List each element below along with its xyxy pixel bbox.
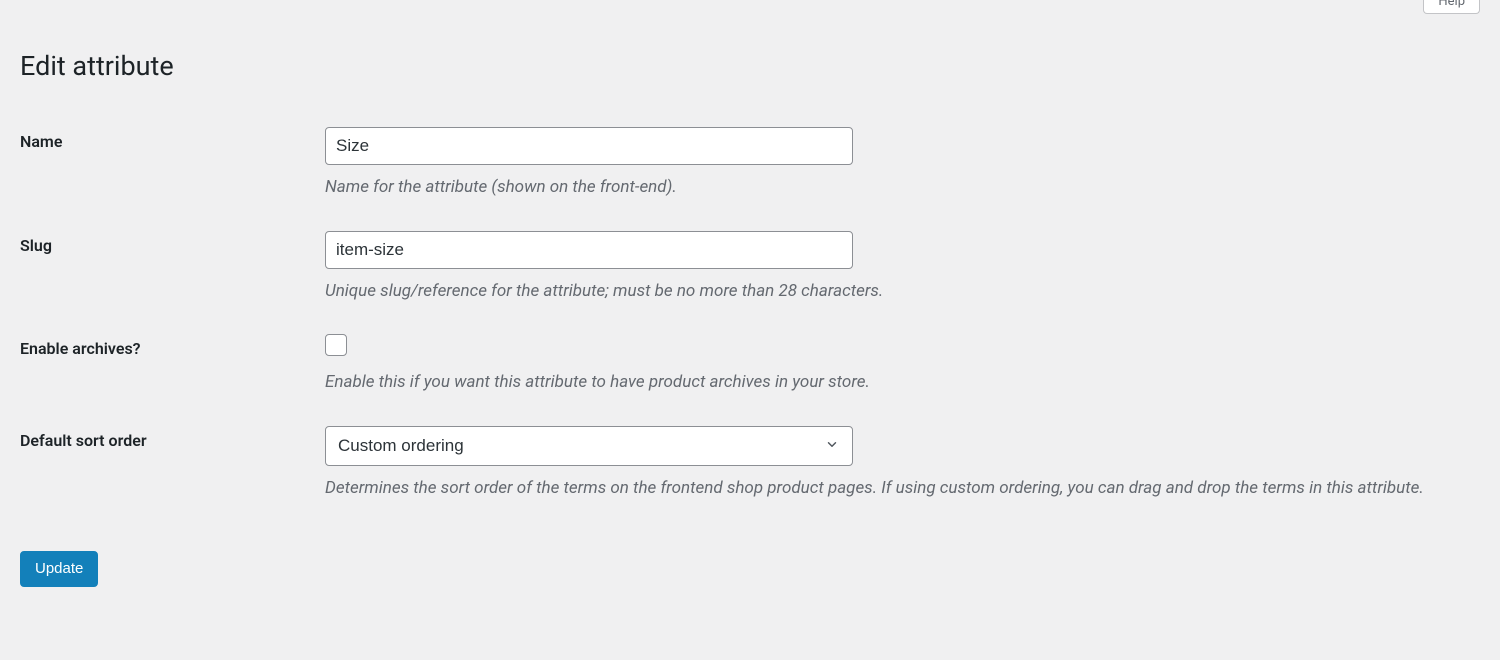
slug-label: Slug [20, 236, 52, 255]
archives-description: Enable this if you want this attribute t… [325, 370, 1445, 396]
update-button[interactable]: Update [20, 551, 98, 587]
sort-order-description: Determines the sort order of the terms o… [325, 476, 1445, 502]
help-tab[interactable]: Help [1423, 0, 1480, 14]
sort-order-select[interactable]: Custom ordering [325, 426, 853, 466]
page-title: Edit attribute [20, 50, 1480, 82]
name-label: Name [20, 132, 62, 151]
archives-checkbox[interactable] [325, 334, 347, 356]
slug-description: Unique slug/reference for the attribute;… [325, 279, 1445, 305]
archives-label: Enable archives? [20, 339, 141, 358]
sort-order-label: Default sort order [20, 431, 147, 450]
name-input[interactable] [325, 127, 853, 165]
slug-input[interactable] [325, 231, 853, 269]
name-description: Name for the attribute (shown on the fro… [325, 175, 1445, 201]
